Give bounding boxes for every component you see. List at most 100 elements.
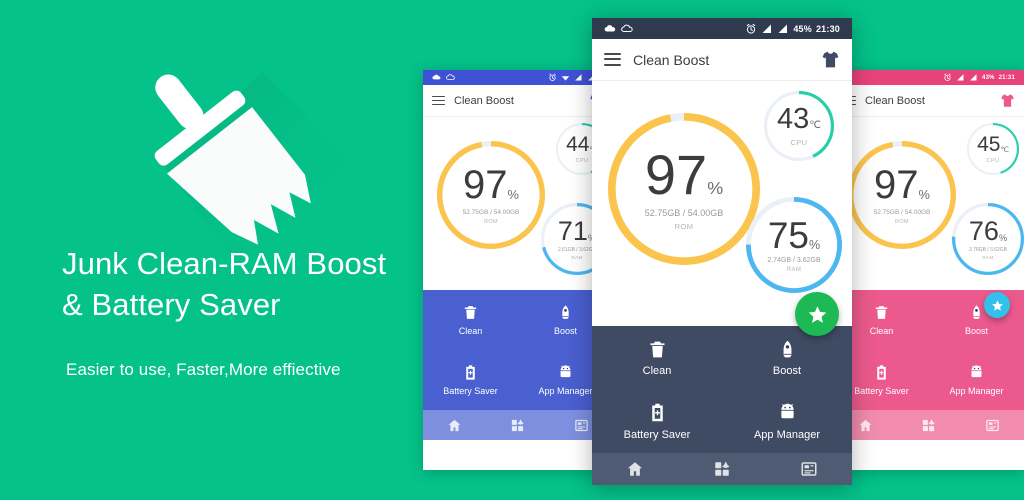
wifi-icon xyxy=(561,76,570,81)
status-time: 21:30 xyxy=(815,23,840,34)
rom-caption: ROM xyxy=(483,218,499,225)
favorite-fab[interactable] xyxy=(795,292,839,336)
status-battery: 43% xyxy=(982,74,995,81)
gauge-cpu[interactable]: 43 ℃ CPU xyxy=(764,91,834,161)
battery-plus-icon xyxy=(647,402,668,423)
action-grid: Clean Boost Battery Saver App Manager xyxy=(592,326,852,453)
gauge-ram[interactable]: 76 % 2.76GB / 3.62GB RAM xyxy=(952,203,1024,275)
action-label: App Manager xyxy=(753,428,821,441)
rom-unit: % xyxy=(918,186,930,202)
star-icon xyxy=(808,305,826,323)
hamburger-icon[interactable] xyxy=(432,95,445,106)
tab-news[interactable] xyxy=(961,410,1024,440)
signal-icon xyxy=(957,74,964,81)
action-battery-saver[interactable]: Battery Saver xyxy=(423,350,518,410)
tshirt-icon[interactable] xyxy=(821,50,840,69)
ram-detail: 2.74GB / 3.62GB xyxy=(767,256,821,264)
action-label: Boost xyxy=(772,365,802,377)
action-label: App Manager xyxy=(949,385,1004,396)
rocket-icon xyxy=(777,339,798,360)
cpu-caption: CPU xyxy=(986,157,1000,164)
ram-value: 76 xyxy=(968,216,999,247)
ram-value: 75 xyxy=(767,215,809,257)
tab-apps-grid[interactable] xyxy=(679,453,766,485)
tab-bar xyxy=(423,410,613,440)
phone-mockup-right: 43% 21:31 Clean Boost 97 % 52.75GB / 54.… xyxy=(834,70,1024,470)
app-bar: Clean Boost xyxy=(592,39,852,81)
action-label: Boost xyxy=(964,325,988,336)
status-bar: 43% 21:31 xyxy=(834,70,1024,85)
status-right-icons: 45% 21:30 xyxy=(745,23,840,35)
android-icon xyxy=(780,403,794,419)
action-clean[interactable]: Clean xyxy=(423,290,518,350)
ram-caption: RAM xyxy=(786,266,802,273)
rom-unit: % xyxy=(707,177,724,198)
dashboard: 97 % 52.75GB / 54.00GB ROM 44 ℃ CPU xyxy=(423,117,613,290)
gauge-cpu[interactable]: 45 ℃ CPU xyxy=(967,123,1019,175)
tab-apps-grid[interactable] xyxy=(486,410,549,440)
battery-plus-icon xyxy=(877,365,886,380)
action-label: Battery Saver xyxy=(854,385,909,396)
action-label: Clean xyxy=(642,365,672,377)
android-icon xyxy=(560,365,571,378)
action-app-manager[interactable]: App Manager xyxy=(929,350,1024,410)
news-icon xyxy=(575,419,588,431)
trash-icon xyxy=(647,339,668,360)
gauge-ram[interactable]: 75 % 2.74GB / 3.62GB RAM xyxy=(746,197,842,293)
home-icon xyxy=(448,419,461,431)
phone-mockup-center: 45% 21:30 Clean Boost 97 % 52.75GB / 54.… xyxy=(592,18,852,485)
rom-detail: 52.75GB / 54.00GB xyxy=(462,208,520,216)
cloud-icon xyxy=(432,74,441,80)
android-icon xyxy=(971,365,982,378)
tab-news[interactable] xyxy=(765,453,852,485)
cloud-outline-icon xyxy=(621,24,633,32)
tab-home[interactable] xyxy=(423,410,486,440)
battery-plus-icon xyxy=(873,364,890,381)
action-battery-saver[interactable]: Battery Saver xyxy=(592,390,722,454)
action-app-manager[interactable]: App Manager xyxy=(722,390,852,454)
news-icon xyxy=(986,419,999,431)
favorite-fab[interactable] xyxy=(984,292,1010,318)
ram-caption: RAM xyxy=(982,254,994,260)
status-time: 21:31 xyxy=(998,74,1015,81)
action-label: Boost xyxy=(553,325,577,336)
ram-detail: 2.76GB / 3.62GB xyxy=(968,246,1008,253)
action-clean[interactable]: Clean xyxy=(592,326,722,390)
page-subtitle: Easier to use, Faster,More effiective xyxy=(66,360,341,379)
apps-grid-icon xyxy=(715,461,730,476)
rocket-icon xyxy=(557,304,574,321)
ram-value: 71 xyxy=(557,216,588,247)
tshirt-icon[interactable] xyxy=(1000,93,1015,108)
alarm-icon xyxy=(747,23,756,34)
gauge-rom[interactable]: 97 % 52.75GB / 54.00GB ROM xyxy=(437,141,545,249)
gauge-rom[interactable]: 97 % 52.75GB / 54.00GB ROM xyxy=(608,113,760,265)
apps-grid-icon xyxy=(512,418,525,431)
rom-caption: ROM xyxy=(894,218,910,225)
rom-value: 97 xyxy=(463,163,508,208)
signal-icon xyxy=(762,24,772,33)
gauge-rom[interactable]: 97 % 52.75GB / 54.00GB ROM xyxy=(848,141,956,249)
cpu-value: 44 xyxy=(566,133,590,157)
action-label: Clean xyxy=(869,325,894,336)
battery-plus-icon xyxy=(651,403,663,422)
tab-apps-grid[interactable] xyxy=(897,410,960,440)
cpu-unit: ℃ xyxy=(809,119,821,131)
rocket-icon xyxy=(972,305,981,320)
tab-home[interactable] xyxy=(592,453,679,485)
android-icon xyxy=(777,402,798,423)
cpu-value: 45 xyxy=(977,133,1001,157)
signal-icon xyxy=(970,74,977,81)
rom-value: 97 xyxy=(644,143,708,207)
hamburger-icon[interactable] xyxy=(604,53,621,66)
rom-value: 97 xyxy=(874,163,919,208)
action-boost[interactable]: Boost xyxy=(929,290,1024,350)
trash-icon xyxy=(873,304,890,321)
rocket-icon xyxy=(968,304,985,321)
trash-icon xyxy=(650,341,664,357)
app-bar-title: Clean Boost xyxy=(454,94,514,107)
promo-panel: Junk Clean-RAM Boost & Battery Saver Eas… xyxy=(0,0,430,500)
action-boost[interactable]: Boost xyxy=(722,326,852,390)
ram-unit: % xyxy=(808,237,821,252)
rom-caption: ROM xyxy=(674,221,694,231)
tshirt-icon xyxy=(822,51,839,68)
